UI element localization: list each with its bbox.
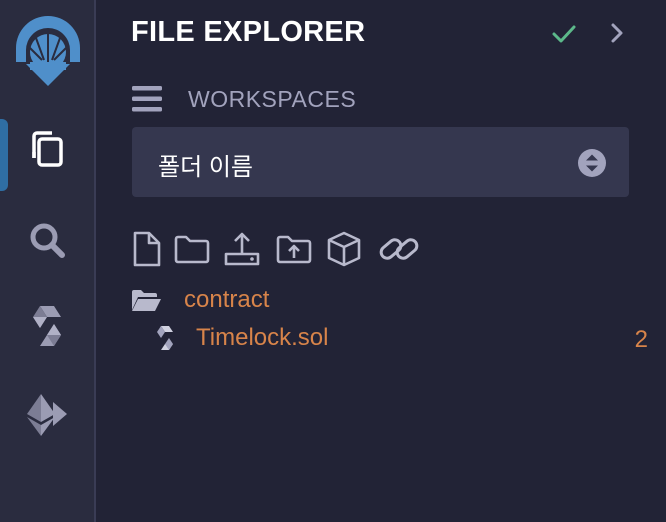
- folder-open-icon: [132, 290, 161, 311]
- solidity-compiler-icon: [33, 306, 61, 346]
- new-folder-icon[interactable]: [173, 230, 211, 268]
- check-icon: [552, 25, 576, 43]
- rail-search[interactable]: [0, 208, 94, 272]
- search-icon: [30, 223, 65, 258]
- tree-folder-contract[interactable]: contract: [128, 284, 658, 318]
- rail-deploy-run[interactable]: [0, 382, 94, 446]
- panel-title: FILE EXPLORER: [131, 16, 366, 48]
- solidity-file-icon: [157, 326, 173, 350]
- workspace-menu-icon[interactable]: [131, 84, 163, 114]
- publish-gist-icon[interactable]: [223, 230, 261, 268]
- deploy-run-icon: [27, 394, 67, 436]
- remix-logo-icon[interactable]: [6, 14, 90, 90]
- tree-file-timelock[interactable]: Timelock.sol 2: [128, 322, 658, 356]
- workspace-select-value: 폴더 이름: [158, 154, 253, 181]
- rail-file-explorer[interactable]: [0, 117, 94, 191]
- link-icon[interactable]: [377, 230, 421, 268]
- rail-solidity-compiler[interactable]: [0, 294, 94, 358]
- file-name: Timelock.sol: [196, 324, 329, 351]
- upload-file-icon[interactable]: [275, 230, 313, 268]
- icon-rail: [0, 0, 96, 522]
- file-explorer-panel: FILE EXPLORER WORKSPACES 폴더 이름 contract …: [98, 0, 666, 522]
- chevron-right-icon[interactable]: [606, 20, 628, 46]
- workspaces-label: WORKSPACES: [188, 86, 357, 112]
- new-file-icon[interactable]: [129, 230, 167, 268]
- remix-ide: FILE EXPLORER WORKSPACES 폴더 이름 contract …: [0, 0, 666, 522]
- folder-name: contract: [184, 286, 270, 313]
- workspace-select[interactable]: 폴더 이름: [132, 127, 629, 197]
- box-icon[interactable]: [325, 230, 363, 268]
- problems-count-badge: 2: [634, 326, 648, 353]
- select-updown-icon: [578, 149, 606, 177]
- file-explorer-icon: [32, 131, 63, 167]
